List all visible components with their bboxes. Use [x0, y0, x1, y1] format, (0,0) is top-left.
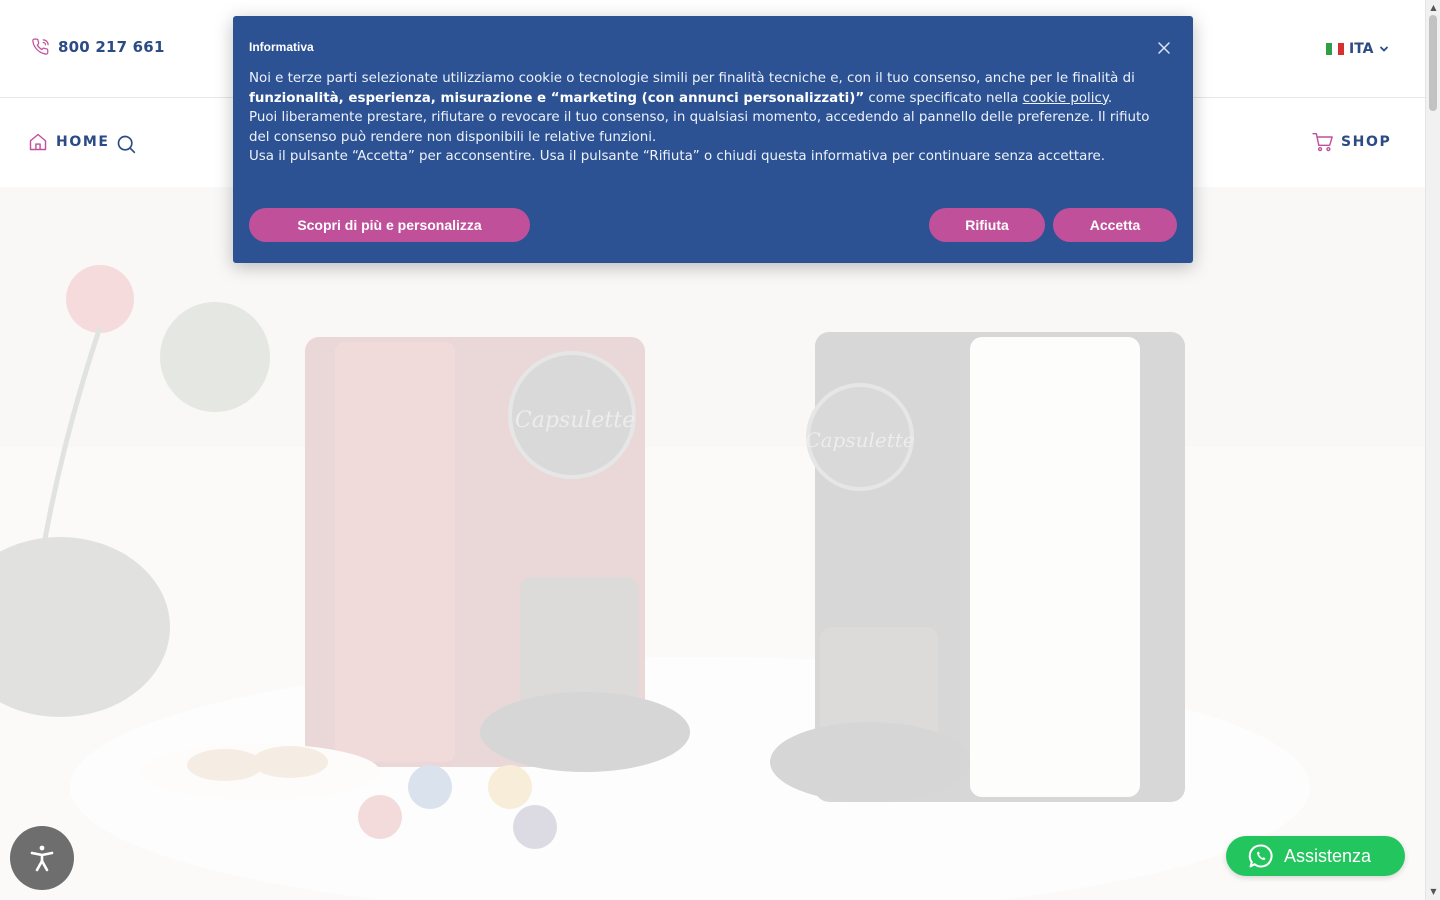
accessibility-icon: [30, 845, 54, 872]
page-scrollbar[interactable]: ▲ ▼: [1425, 0, 1440, 900]
italy-flag-icon: [1326, 43, 1344, 55]
chevron-down-icon: [1379, 46, 1388, 52]
nav-shop-label: SHOP: [1341, 134, 1392, 150]
whatsapp-icon: [1248, 844, 1273, 868]
nav-shop-link[interactable]: SHOP: [1312, 132, 1391, 152]
phone-link[interactable]: 800 217 661: [32, 38, 165, 56]
nav-home-label: HOME: [56, 134, 110, 150]
close-icon[interactable]: [1157, 41, 1171, 55]
cookie-text-purposes: funzionalità, esperienza, misurazione e …: [249, 90, 865, 106]
accept-button[interactable]: Accetta: [1053, 208, 1177, 242]
cookie-text-specified: come specificato nella: [864, 90, 1023, 106]
cookie-banner-title: Informativa: [249, 40, 314, 54]
hero-image: Capsulette Capsulette: [0, 187, 1425, 900]
hero-overlay: [0, 187, 1425, 900]
cookie-text-intro: Noi e terze parti selezionate utilizziam…: [249, 71, 1135, 86]
phone-icon: [32, 38, 49, 55]
whatsapp-assistance-button[interactable]: Assistenza: [1226, 836, 1405, 876]
cookie-banner-text: Noi e terze parti selezionate utilizziam…: [249, 71, 1150, 164]
language-selector[interactable]: ITA: [1326, 41, 1389, 57]
cart-icon: [1312, 132, 1333, 152]
home-icon: [29, 133, 47, 151]
cookie-text-consent: Puoi liberamente prestare, rifiutare o r…: [249, 110, 1150, 145]
cookie-text-buttons-info: Usa il pulsante “Accetta” per acconsenti…: [249, 149, 1106, 164]
phone-number: 800 217 661: [58, 38, 165, 56]
language-label: ITA: [1349, 41, 1374, 57]
search-icon[interactable]: [116, 134, 136, 154]
accessibility-button[interactable]: [10, 826, 74, 890]
scroll-up-arrow-icon[interactable]: ▲: [1429, 3, 1438, 13]
scrollbar-thumb[interactable]: [1429, 15, 1437, 111]
reject-button[interactable]: Rifiuta: [929, 208, 1045, 242]
whatsapp-label: Assistenza: [1284, 845, 1372, 866]
cookie-banner: Informativa Noi e terze parti selezionat…: [233, 16, 1193, 263]
scroll-down-arrow-icon[interactable]: ▼: [1429, 887, 1438, 897]
nav-home-link[interactable]: HOME: [28, 132, 110, 152]
cookie-policy-link[interactable]: cookie policy: [1023, 91, 1108, 106]
learn-more-customize-button[interactable]: Scopri di più e personalizza: [249, 208, 530, 242]
